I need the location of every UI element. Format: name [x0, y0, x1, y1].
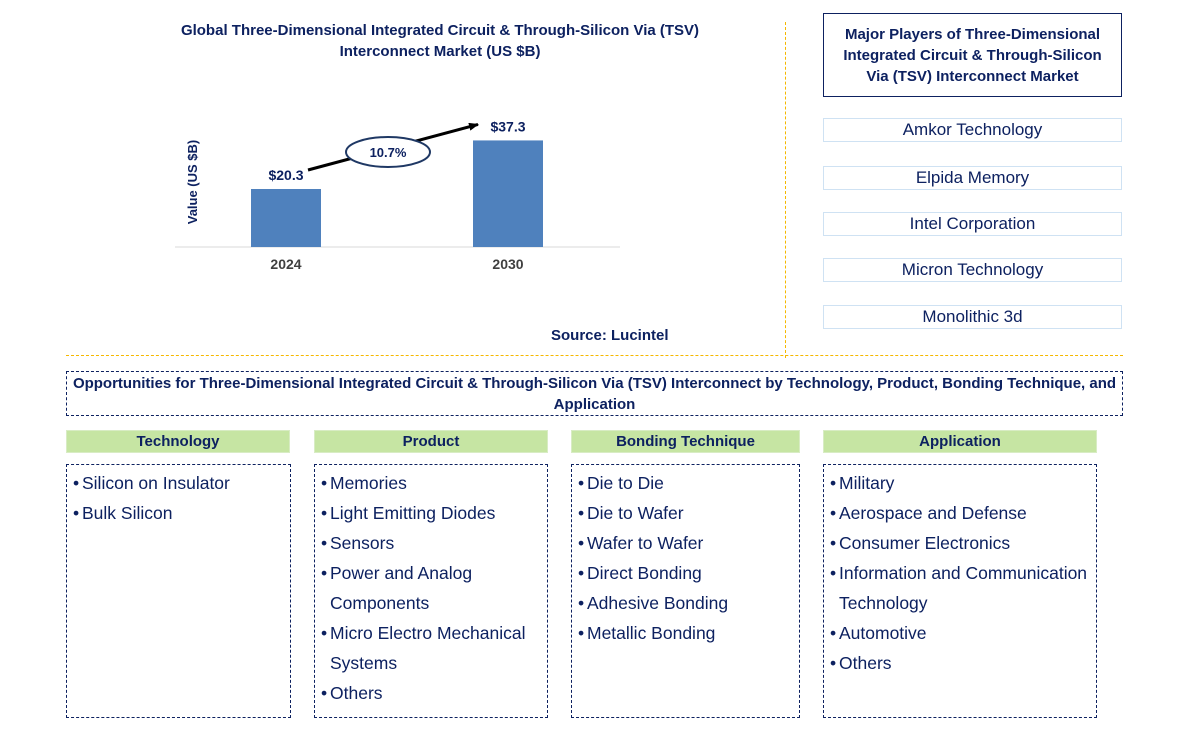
category-list-application: • Military • Aerospace and Defense • Consumer…: [823, 464, 1097, 718]
bullet-icon: •: [830, 473, 837, 493]
list-item: • Direct Bonding: [575, 558, 799, 588]
bullet-icon: •: [830, 503, 837, 523]
list-item-label: Wafer to Wafer: [587, 533, 704, 553]
list-item-label: Adhesive Bonding: [587, 593, 729, 613]
list-item-label: Memories: [330, 473, 407, 493]
bullet-icon: •: [578, 533, 585, 553]
bar-chart: Value (US $B) $20.3 2024 $37.3 2030 10.7%: [175, 118, 620, 272]
list-item: • Automotive: [827, 618, 1096, 648]
category-list-technology: • Silicon on Insulator • Bulk Silicon: [66, 464, 291, 718]
list-item-label: Die to Die: [587, 473, 664, 493]
list-item-label: Metallic Bonding: [587, 623, 716, 643]
list-item-label: Others: [330, 683, 383, 703]
horizontal-divider: [66, 355, 1123, 356]
list-item: • Others: [827, 648, 1096, 678]
list-item: • Wafer to Wafer: [575, 528, 799, 558]
list-item-label: Military: [839, 473, 895, 493]
list-item: • Light Emitting Diodes: [318, 498, 547, 528]
bullet-icon: •: [321, 683, 328, 703]
list-item-label: Aerospace and Defense: [839, 503, 1027, 523]
bar-2030: [473, 140, 543, 247]
x-tick-label: 2030: [492, 256, 523, 272]
y-axis-label: Value (US $B): [185, 140, 200, 225]
list-item-label: Others: [839, 653, 892, 673]
bullet-icon: •: [830, 653, 837, 673]
bullet-icon: •: [321, 473, 328, 493]
player-item: Elpida Memory: [823, 166, 1122, 190]
list-item: • Memories: [318, 468, 547, 498]
list-item: • Military: [827, 468, 1096, 498]
bullet-icon: •: [73, 503, 80, 523]
list-item-label: Sensors: [330, 533, 395, 553]
bullet-icon: •: [830, 533, 837, 553]
list-item-label: Information and Communication Technology: [839, 563, 1088, 613]
category-list-product: • Memories • Light Emitting Diodes • Sensors •…: [314, 464, 548, 718]
vertical-divider: [785, 22, 786, 358]
list-item-label: Light Emitting Diodes: [330, 503, 496, 523]
list-item-label: Power and Analog Components: [330, 563, 473, 613]
list-item: • Aerospace and Defense: [827, 498, 1096, 528]
bullet-icon: •: [578, 503, 585, 523]
data-label: $20.3: [268, 167, 303, 183]
list-item: • Die to Wafer: [575, 498, 799, 528]
list-item: • Sensors: [318, 528, 547, 558]
list-item: • Bulk Silicon: [70, 498, 290, 528]
player-item: Monolithic 3d: [823, 305, 1122, 329]
bullet-icon: •: [578, 563, 585, 583]
x-tick-label: 2024: [270, 256, 301, 272]
list-item: • Information and Communication Technolog…: [827, 558, 1096, 618]
list-item: • Others: [318, 678, 547, 708]
list-item-label: Die to Wafer: [587, 503, 684, 523]
bullet-icon: •: [73, 473, 80, 493]
list-item: • Power and Analog Components: [318, 558, 547, 618]
list-item: • Silicon on Insulator: [70, 468, 290, 498]
list-item: • Micro Electro Mechanical Systems: [318, 618, 547, 678]
list-item-label: Automotive: [839, 623, 927, 643]
player-item: Intel Corporation: [823, 212, 1122, 236]
player-item: Amkor Technology: [823, 118, 1122, 142]
list-item: • Consumer Electronics: [827, 528, 1096, 558]
player-item: Micron Technology: [823, 258, 1122, 282]
category-header-product: Product: [314, 430, 548, 453]
list-item: • Adhesive Bonding: [575, 588, 799, 618]
category-header-bonding-technique: Bonding Technique: [571, 430, 800, 453]
list-item-label: Silicon on Insulator: [82, 473, 230, 493]
category-header-application: Application: [823, 430, 1097, 453]
bullet-icon: •: [321, 623, 328, 643]
bullet-icon: •: [321, 503, 328, 523]
bullet-icon: •: [321, 533, 328, 553]
category-list-bonding-technique: • Die to Die • Die to Wafer • Wafer to Wafer •…: [571, 464, 800, 718]
players-title: Major Players of Three-Dimensional Integ…: [823, 13, 1122, 97]
source-note: Source: Lucintel: [551, 327, 669, 344]
list-item-label: Direct Bonding: [587, 563, 702, 583]
list-item-label: Bulk Silicon: [82, 503, 173, 523]
opportunities-title: Opportunities for Three-Dimensional Inte…: [66, 371, 1123, 416]
data-label: $37.3: [490, 118, 525, 134]
list-item: • Die to Die: [575, 468, 799, 498]
cagr-label: 10.7%: [370, 145, 407, 160]
bullet-icon: •: [578, 623, 585, 643]
bullet-icon: •: [321, 563, 328, 583]
list-item: • Metallic Bonding: [575, 618, 799, 648]
list-item-label: Consumer Electronics: [839, 533, 1011, 553]
category-header-technology: Technology: [66, 430, 290, 453]
bullet-icon: •: [830, 623, 837, 643]
bullet-icon: •: [578, 473, 585, 493]
list-item-label: Micro Electro Mechanical Systems: [330, 623, 526, 673]
bullet-icon: •: [830, 563, 837, 583]
bar-2024: [251, 189, 321, 247]
bullet-icon: •: [578, 593, 585, 613]
